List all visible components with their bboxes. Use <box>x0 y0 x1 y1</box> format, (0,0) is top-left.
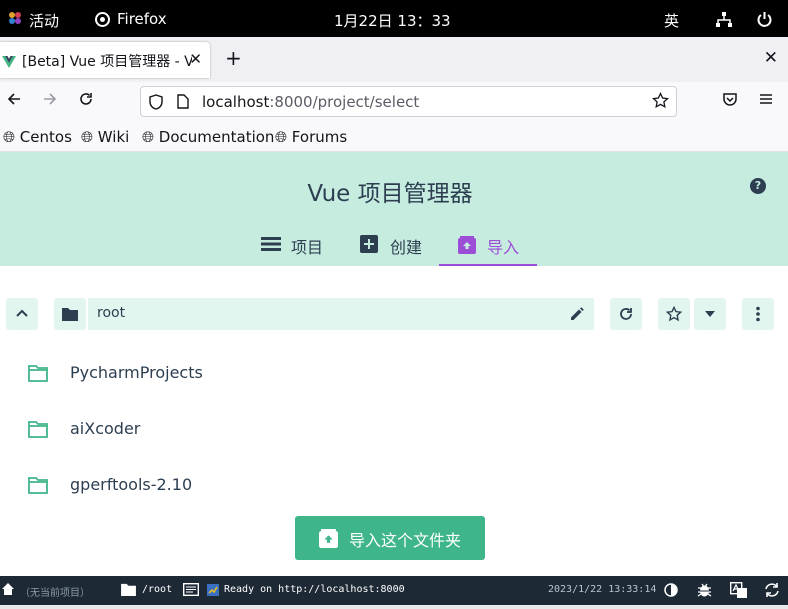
status-bar: （无当前项目） /root Ready on http://localhost:… <box>0 576 788 605</box>
add-box-icon <box>360 235 378 257</box>
import-button-label: 导入这个文件夹 <box>349 531 462 550</box>
tab-label: 创建 <box>390 238 423 257</box>
reload-button[interactable] <box>78 91 94 112</box>
tab-create[interactable]: 创建 <box>360 228 430 266</box>
folder-outline-icon <box>28 421 48 438</box>
translate-icon[interactable] <box>729 581 748 602</box>
clock[interactable]: 1月22日 13：33 <box>334 10 451 31</box>
folder-name: aiXcoder <box>70 419 141 438</box>
log-status-icon <box>207 584 219 599</box>
app-header: Vue 项目管理器 ? 项目 创建 导入 <box>0 152 788 266</box>
refresh-button[interactable] <box>610 298 642 330</box>
bookmark-centos[interactable]: 🌐︎ Centos <box>3 128 72 146</box>
folder-list-item[interactable]: PycharmProjects <box>0 345 788 401</box>
home-icon[interactable] <box>1 582 15 599</box>
input-method-indicator[interactable]: 英 <box>664 10 679 31</box>
help-icon[interactable]: ? <box>750 178 766 194</box>
folder-name: PycharmProjects <box>70 363 203 382</box>
refresh-icon[interactable] <box>764 582 780 601</box>
navigation-toolbar: localhost:8000/project/select <box>0 82 788 122</box>
log-timestamp: 2023/1/22 13:33:14 <box>548 584 657 595</box>
browser-tab[interactable]: [Beta] Vue 项目管理器 - V ✕ <box>0 42 210 78</box>
firefox-icon <box>95 12 110 31</box>
url-text[interactable]: localhost:8000/project/select <box>202 93 419 111</box>
window-bottom-edge <box>0 605 788 609</box>
current-path: root <box>97 305 126 321</box>
more-vert-icon <box>756 306 760 322</box>
vue-favicon-icon <box>2 53 16 72</box>
globe-icon: 🌐︎ <box>3 128 16 146</box>
url-bar[interactable]: localhost:8000/project/select <box>140 86 677 117</box>
folder-list-item[interactable]: aiXcoder <box>0 401 788 457</box>
bug-report-icon[interactable] <box>697 582 712 601</box>
network-icon[interactable] <box>716 12 732 31</box>
folder-list-item[interactable]: gperftools-2.10 <box>0 457 788 513</box>
pocket-icon[interactable] <box>722 91 738 112</box>
folder-icon <box>121 583 136 599</box>
forward-button[interactable] <box>42 91 58 112</box>
tab-label: 导入 <box>487 238 520 257</box>
current-folder-path[interactable]: /root <box>142 584 172 595</box>
bookmark-label: Centos <box>19 128 72 146</box>
favorites-dropdown-button[interactable] <box>694 298 726 330</box>
console-icon[interactable] <box>182 582 200 599</box>
path-input[interactable]: root <box>88 298 594 330</box>
bookmark-documentation[interactable]: 🌐︎ Documentation <box>142 128 274 146</box>
parent-folder-button[interactable] <box>6 298 38 330</box>
tab-title: [Beta] Vue 项目管理器 - V <box>22 54 192 70</box>
bookmark-label: Documentation <box>158 128 275 146</box>
unarchive-icon <box>319 529 338 548</box>
tab-projects[interactable]: 项目 <box>261 228 331 266</box>
dark-mode-icon[interactable] <box>664 583 678 600</box>
system-top-bar: 活动 Firefox 1月22日 13：33 英 <box>0 0 788 37</box>
globe-icon: 🌐︎ <box>275 128 288 146</box>
last-log-message[interactable]: Ready on http://localhost:8000 <box>224 584 405 595</box>
star-icon <box>666 306 682 322</box>
power-icon[interactable] <box>757 11 772 31</box>
folder-name: gperftools-2.10 <box>70 475 193 494</box>
favorite-button[interactable] <box>658 298 690 330</box>
globe-icon: 🌐︎ <box>81 128 94 146</box>
bookmark-label: Forums <box>291 128 348 146</box>
folder-button[interactable] <box>54 298 86 330</box>
window-close-button[interactable]: ✕ <box>764 48 778 68</box>
back-button[interactable] <box>6 91 22 112</box>
globe-icon: 🌐︎ <box>142 128 155 146</box>
bookmark-label: Wiki <box>97 128 130 146</box>
tab-import[interactable]: 导入 <box>439 228 537 266</box>
unarchive-icon <box>458 236 476 258</box>
folder-outline-icon <box>28 477 48 494</box>
import-folder-button[interactable]: 导入这个文件夹 <box>295 516 485 560</box>
current-project-label[interactable]: （无当前项目） <box>20 584 90 599</box>
page-title: Vue 项目管理器 <box>307 181 473 207</box>
caret-down-icon <box>705 311 715 317</box>
folder-icon <box>62 308 78 321</box>
url-host: localhost <box>202 93 270 111</box>
activities-icon <box>8 11 22 29</box>
tab-close-icon[interactable]: ✕ <box>189 50 202 68</box>
bookmarks-toolbar: 🌐︎ Centos 🌐︎ Wiki 🌐︎ Documentation 🌐︎ Fo… <box>0 122 788 152</box>
page-icon[interactable] <box>177 94 189 113</box>
tab-strip: [Beta] Vue 项目管理器 - V ✕ + ✕ <box>0 37 788 82</box>
shield-icon[interactable] <box>149 94 163 114</box>
app-menu-label[interactable]: Firefox <box>117 10 167 28</box>
activities-button[interactable]: 活动 <box>29 10 59 31</box>
more-options-button[interactable] <box>742 298 774 330</box>
bookmark-wiki[interactable]: 🌐︎ Wiki <box>81 128 129 146</box>
bookmark-forums[interactable]: 🌐︎ Forums <box>275 128 347 146</box>
menu-icon[interactable] <box>758 91 774 112</box>
folder-outline-icon <box>28 365 48 382</box>
tab-label: 项目 <box>291 238 324 257</box>
list-icon <box>261 236 281 256</box>
chevron-up-icon <box>16 309 28 317</box>
bookmark-star-icon[interactable] <box>652 91 669 113</box>
url-path: :8000/project/select <box>269 93 420 111</box>
edit-pencil-icon[interactable] <box>569 306 585 322</box>
refresh-icon <box>620 308 632 320</box>
new-tab-button[interactable]: + <box>225 48 242 68</box>
